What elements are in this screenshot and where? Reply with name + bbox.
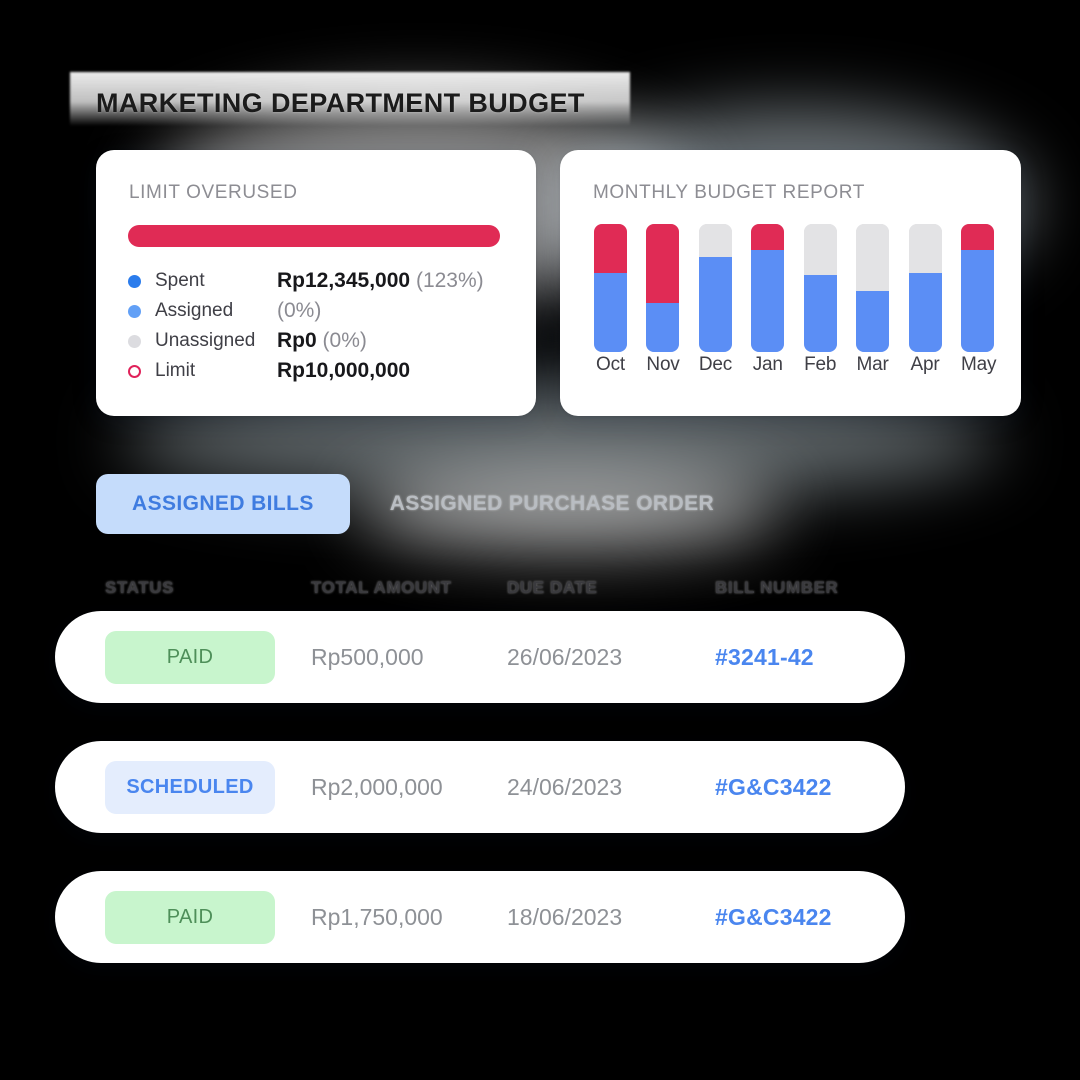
page-title: MARKETING DEPARTMENT BUDGET [96, 88, 585, 118]
monthly-budget-bar-chart: Oct Nov Dec Jan Feb Mar Apr May [594, 224, 997, 389]
legend-amount-unassigned: Rp0 [277, 329, 317, 352]
chart-label-oct: Oct [596, 354, 625, 375]
progress-overused-segment [128, 225, 500, 247]
table-header-row: STATUS TOTAL AMOUNT DUE DATE BILL NUMBER [55, 565, 905, 611]
bar-segment-spent [751, 249, 785, 352]
chart-bar-dec [698, 224, 732, 352]
chart-label-nov: Nov [646, 354, 680, 375]
chart-bar-oct [594, 224, 627, 352]
chart-bar-feb [803, 224, 837, 352]
summary-cards: LIMIT OVERUSED Spent Rp12,345,000 (123%)… [96, 150, 1021, 416]
cell-due-date: 24/06/2023 [507, 773, 623, 800]
legend-percent-unassigned: (0%) [322, 329, 367, 352]
cell-due-date: 26/06/2023 [507, 643, 623, 670]
cell-status: PAID [105, 630, 311, 684]
status-badge: PAID [105, 630, 275, 684]
report-card-heading: MONTHLY BUDGET REPORT [593, 182, 865, 203]
legend-value-limit: Rp10,000,000 [277, 359, 410, 383]
chart-bar-jan [751, 224, 785, 352]
legend-row-limit: Limit Rp10,000,000 [128, 356, 518, 386]
chart-label-jan: Jan [752, 354, 783, 375]
legend-value-assigned: (0%) [277, 299, 321, 323]
legend-value-spent: Rp12,345,000 (123%) [277, 269, 484, 293]
bar-segment-unused [803, 224, 837, 276]
bar-segment-unused [856, 224, 890, 291]
chart-label-mar: Mar [856, 354, 889, 375]
legend-row-assigned: Assigned (0%) [128, 296, 518, 326]
legend-amount-spent: Rp12,345,000 [277, 269, 411, 292]
chart-label-dec: Dec [698, 354, 733, 375]
tab-assigned-purchase-order[interactable]: ASSIGNED PURCHASE ORDER [354, 474, 750, 534]
bills-tabs: ASSIGNED BILLS ASSIGNED PURCHASE ORDER [96, 474, 750, 534]
legend-label-unassigned: Unassigned [155, 330, 256, 351]
chart-label-may: May [960, 354, 997, 375]
limit-legend: Spent Rp12,345,000 (123%) Assigned (0%) [128, 266, 518, 386]
legend-amount-limit: Rp10,000,000 [277, 359, 411, 382]
column-header-status: STATUS [105, 578, 175, 597]
legend-value-unassigned: Rp0 (0%) [277, 329, 367, 353]
bar-segment-spent [960, 249, 994, 352]
legend-row-spent: Spent Rp12,345,000 (123%) [128, 266, 518, 296]
table-row[interactable]: PAID Rp1,750,000 18/06/2023 #G&C3422 [55, 871, 905, 963]
legend-label-spent: Spent [155, 270, 205, 291]
table-row[interactable]: PAID Rp500,000 26/06/2023 #3241-42 [55, 611, 905, 703]
status-badge: SCHEDULED [105, 760, 275, 814]
cell-total-amount: Rp500,000 [311, 643, 424, 670]
tab-assigned-bills[interactable]: ASSIGNED BILLS [96, 474, 350, 534]
bar-segment-unused [698, 224, 732, 258]
chart-bar-apr [908, 224, 942, 352]
status-badge: PAID [105, 890, 275, 944]
legend-percent-spent: (123%) [415, 269, 484, 292]
limit-card-heading: LIMIT OVERUSED [129, 182, 298, 203]
bar-segment-over [594, 224, 627, 273]
assigned-dot-icon [128, 304, 141, 318]
legend-percent-assigned: (0%) [277, 299, 322, 322]
legend-row-unassigned: Unassigned Rp0 (0%) [128, 326, 518, 356]
bar-segment-spent [594, 272, 627, 352]
bar-segment-spent [698, 257, 732, 352]
bar-segment-over [751, 224, 785, 250]
chart-label-apr: Apr [910, 354, 940, 375]
limit-overused-card: LIMIT OVERUSED Spent Rp12,345,000 (123%)… [96, 150, 536, 416]
limit-ring-dot-icon [128, 364, 141, 378]
bar-segment-unused [908, 224, 942, 273]
cell-due-date: 18/06/2023 [507, 903, 623, 930]
spent-dot-icon [128, 274, 141, 288]
chart-x-axis-labels: Oct Nov Dec Jan Feb Mar Apr May [594, 354, 997, 376]
column-header-bill-number: BILL NUMBER [715, 578, 839, 597]
bar-segment-over [646, 224, 680, 304]
chart-bar-may [960, 224, 994, 352]
bar-segment-spent [908, 272, 942, 352]
cell-status: PAID [105, 890, 311, 944]
bills-table: STATUS TOTAL AMOUNT DUE DATE BILL NUMBER… [55, 565, 905, 1001]
cell-bill-number-link[interactable]: #3241-42 [715, 644, 855, 671]
bar-segment-spent [856, 290, 890, 352]
column-header-total-amount: TOTAL AMOUNT [311, 578, 452, 597]
legend-label-limit: Limit [155, 360, 196, 381]
screenshot-root: MARKETING DEPARTMENT BUDGET LIMIT OVERUS… [0, 0, 1080, 1080]
monthly-budget-report-card: MONTHLY BUDGET REPORT Oct Nov Dec Jan Feb Mar… [560, 150, 1021, 416]
column-header-due-date: DUE DATE [507, 578, 598, 597]
table-body: PAID Rp500,000 26/06/2023 #3241-42 SCHEDULED… [55, 611, 905, 963]
chart-label-feb: Feb [804, 354, 837, 375]
bar-segment-spent [803, 275, 837, 352]
chart-bar-mar [856, 224, 890, 352]
legend-label-assigned: Assigned [155, 300, 234, 321]
unassigned-dot-icon [128, 334, 141, 348]
cell-total-amount: Rp2,000,000 [311, 773, 443, 800]
cell-bill-number-link[interactable]: #G&C3422 [715, 774, 855, 801]
table-row[interactable]: SCHEDULED Rp2,000,000 24/06/2023 #G&C3422 [55, 741, 905, 833]
chart-bars [594, 224, 994, 352]
bar-segment-over [960, 224, 994, 250]
bar-segment-spent [646, 303, 680, 352]
chart-bar-nov [646, 224, 680, 352]
cell-status: SCHEDULED [105, 760, 311, 814]
cell-total-amount: Rp1,750,000 [311, 903, 443, 930]
limit-progress-bar [128, 225, 500, 247]
cell-bill-number-link[interactable]: #G&C3422 [715, 904, 855, 931]
